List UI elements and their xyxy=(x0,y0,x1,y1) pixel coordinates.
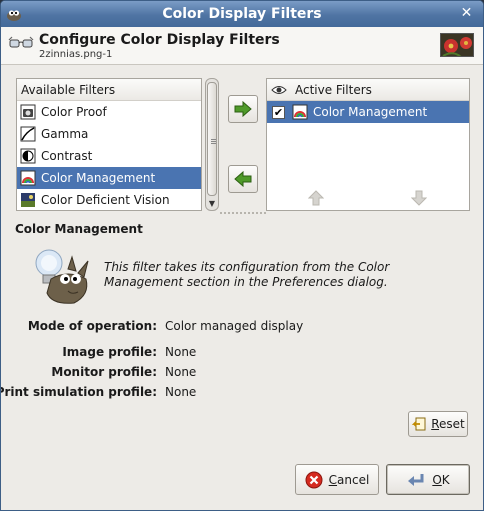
list-item[interactable]: Color Proof xyxy=(17,101,201,123)
cancel-icon xyxy=(305,471,323,488)
available-filters-scrollbar[interactable]: ▼ xyxy=(205,78,219,211)
image-thumbnail xyxy=(440,33,474,57)
active-filters-heading: Active Filters xyxy=(295,82,372,97)
undo-icon xyxy=(412,417,426,431)
dialog-header: Configure Color Display Filters 2zinnias… xyxy=(1,27,483,65)
filter-description: This filter takes its configuration from… xyxy=(104,260,390,289)
active-filters-header[interactable]: Active Filters xyxy=(267,79,469,101)
reset-button[interactable]: Reset xyxy=(408,411,468,437)
image-profile-label: Image profile: xyxy=(62,345,157,359)
chevron-down-icon[interactable]: ▼ xyxy=(207,199,217,209)
ok-button[interactable]: OK xyxy=(386,464,470,495)
color-proof-icon xyxy=(20,104,36,120)
available-filters-list[interactable]: Available Filters Color Proof Gamma Cont… xyxy=(16,78,202,211)
list-item[interactable]: Gamma xyxy=(17,123,201,145)
cancel-label: Cancel xyxy=(328,472,370,487)
list-item[interactable]: Color Deficient Vision xyxy=(17,189,201,211)
mode-label: Mode of operation: xyxy=(27,319,157,333)
pane-divider[interactable] xyxy=(220,212,266,214)
list-item[interactable]: Contrast xyxy=(17,145,201,167)
available-filters-header[interactable]: Available Filters xyxy=(17,79,201,101)
list-item-label: Color Management xyxy=(41,171,156,185)
move-up-icon[interactable] xyxy=(308,190,324,206)
image-name: 2zinnias.png-1 xyxy=(39,49,113,60)
glasses-icon xyxy=(8,36,34,48)
title-bar[interactable]: Color Display Filters ✕ xyxy=(1,1,483,27)
list-item-label: Color Proof xyxy=(41,105,107,119)
dialog-window: Color Display Filters ✕ Configure Color … xyxy=(0,0,484,511)
gimp-icon[interactable] xyxy=(6,6,22,22)
checkbox[interactable]: ✔ xyxy=(272,105,285,119)
contrast-icon xyxy=(20,148,36,164)
print-simulation-profile-label: Print simulation profile: xyxy=(0,385,157,399)
reset-label: Reset xyxy=(431,417,465,431)
mode-value: Color managed display xyxy=(165,319,304,333)
move-down-icon[interactable] xyxy=(411,190,427,206)
image-profile-value: None xyxy=(165,345,197,359)
header-title: Configure Color Display Filters xyxy=(39,32,280,48)
color-management-icon xyxy=(292,104,308,120)
active-filters-list[interactable]: Active Filters ✔ Color Management xyxy=(266,78,470,211)
arrow-left-icon xyxy=(234,171,252,187)
gamma-icon xyxy=(20,126,36,142)
list-item[interactable]: Color Management xyxy=(17,167,201,189)
monitor-profile-label: Monitor profile: xyxy=(51,365,157,379)
ok-label: OK xyxy=(432,472,450,487)
window-title: Color Display Filters xyxy=(162,6,322,22)
list-item-label: Gamma xyxy=(41,127,89,141)
list-item-label: Contrast xyxy=(41,149,93,163)
filter-config-title: Color Management xyxy=(15,222,143,236)
color-management-icon xyxy=(20,170,36,186)
wilber-lightbulb-icon xyxy=(35,249,89,304)
color-deficient-vision-icon xyxy=(21,193,35,207)
print-simulation-profile-value: None xyxy=(165,385,197,399)
cancel-button[interactable]: Cancel xyxy=(295,464,379,495)
list-item-label: Color Management xyxy=(313,105,428,119)
monitor-profile-value: None xyxy=(165,365,197,379)
list-item-label: Color Deficient Vision xyxy=(41,193,170,207)
add-filter-button[interactable] xyxy=(228,95,258,123)
remove-filter-button[interactable] xyxy=(228,165,258,193)
list-item[interactable]: ✔ Color Management xyxy=(267,101,469,123)
enter-icon xyxy=(408,473,424,486)
scrollbar-thumb[interactable] xyxy=(207,82,217,196)
close-icon[interactable]: ✕ xyxy=(458,5,475,22)
eye-icon xyxy=(271,85,287,94)
arrow-right-icon xyxy=(234,101,252,117)
